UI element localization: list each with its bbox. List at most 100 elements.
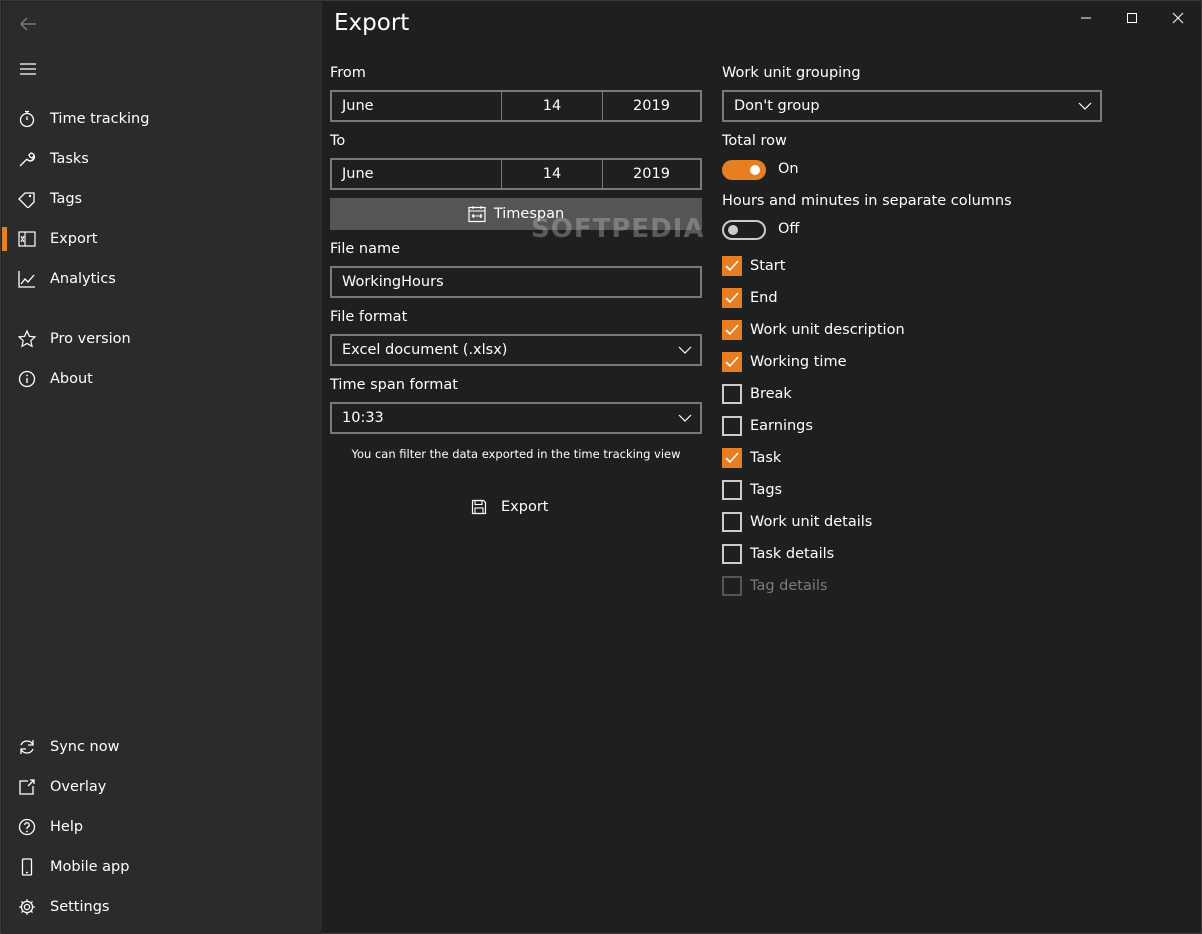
total-row-label: Total row bbox=[722, 133, 787, 149]
excel-icon bbox=[17, 229, 37, 249]
time-span-format-select[interactable]: 10:33 bbox=[330, 402, 702, 434]
sidebar-item-label: Overlay bbox=[50, 779, 107, 795]
sidebar-item-analytics[interactable]: Analytics bbox=[2, 259, 322, 299]
filter-hint: You can filter the data exported in the … bbox=[351, 447, 681, 461]
to-day[interactable]: 14 bbox=[502, 160, 603, 188]
checkbox-box[interactable] bbox=[722, 448, 742, 468]
checkbox-box[interactable] bbox=[722, 256, 742, 276]
from-year[interactable]: 2019 bbox=[603, 92, 700, 120]
checkbox-label: Task details bbox=[750, 546, 835, 562]
sidebar-item-label: Pro version bbox=[50, 331, 131, 347]
checkbox-box[interactable] bbox=[722, 320, 742, 340]
sidebar-item-mobile-app[interactable]: Mobile app bbox=[2, 847, 322, 887]
checkbox-task[interactable]: Task bbox=[722, 446, 781, 470]
stopwatch-icon bbox=[17, 109, 37, 129]
chart-icon bbox=[17, 269, 37, 289]
sidebar-item-label: Time tracking bbox=[50, 111, 150, 127]
separate-columns-state: Off bbox=[778, 221, 800, 237]
checkbox-tags[interactable]: Tags bbox=[722, 478, 782, 502]
file-name-input[interactable]: WorkingHours bbox=[330, 266, 702, 298]
overlay-icon bbox=[17, 777, 37, 797]
separate-columns-toggle[interactable] bbox=[722, 220, 766, 240]
checkbox-label: Start bbox=[750, 258, 786, 274]
app-window: Time tracking Tasks Tags Export Analytic… bbox=[0, 0, 1202, 934]
close-icon bbox=[1172, 12, 1184, 24]
checkbox-box[interactable] bbox=[722, 480, 742, 500]
help-icon bbox=[17, 817, 37, 837]
checkbox-work-unit-description[interactable]: Work unit description bbox=[722, 318, 905, 342]
sidebar-item-tags[interactable]: Tags bbox=[2, 179, 322, 219]
checkbox-start[interactable]: Start bbox=[722, 254, 785, 278]
sidebar-item-label: Sync now bbox=[50, 739, 120, 755]
from-month[interactable]: June bbox=[332, 92, 502, 120]
checkbox-box[interactable] bbox=[722, 512, 742, 532]
toggle-knob bbox=[750, 165, 760, 175]
checkmark-icon bbox=[725, 292, 739, 304]
checkmark-icon bbox=[725, 452, 739, 464]
active-indicator bbox=[2, 227, 7, 251]
sidebar-item-pro-version[interactable]: Pro version bbox=[2, 319, 322, 359]
chevron-down-icon bbox=[678, 346, 692, 354]
sidebar-item-about[interactable]: About bbox=[2, 359, 322, 399]
to-label: To bbox=[330, 133, 346, 149]
checkbox-box[interactable] bbox=[722, 384, 742, 404]
menu-button[interactable] bbox=[16, 57, 40, 81]
checkbox-break[interactable]: Break bbox=[722, 382, 792, 406]
gear-icon bbox=[17, 897, 37, 917]
toggle-knob bbox=[728, 225, 738, 235]
watermark: SOFTPEDIA bbox=[531, 214, 705, 244]
file-format-select[interactable]: Excel document (.xlsx) bbox=[330, 334, 702, 366]
to-date-picker[interactable]: June 14 2019 bbox=[330, 158, 702, 190]
checkbox-box[interactable] bbox=[722, 544, 742, 564]
sidebar-item-time-tracking[interactable]: Time tracking bbox=[2, 99, 322, 139]
minimize-button[interactable] bbox=[1063, 1, 1109, 35]
checkbox-earnings[interactable]: Earnings bbox=[722, 414, 813, 438]
sidebar-item-overlay[interactable]: Overlay bbox=[2, 767, 322, 807]
checkbox-label: End bbox=[750, 290, 778, 306]
tag-icon bbox=[17, 189, 37, 209]
checkbox-label: Task bbox=[750, 450, 782, 466]
checkbox-task-details[interactable]: Task details bbox=[722, 542, 834, 566]
sidebar-item-label: Help bbox=[50, 819, 84, 835]
checkbox-label: Work unit details bbox=[750, 514, 873, 530]
file-name-label: File name bbox=[330, 241, 400, 257]
star-icon bbox=[17, 329, 37, 349]
grouping-label: Work unit grouping bbox=[722, 65, 861, 81]
total-row-toggle[interactable] bbox=[722, 160, 766, 180]
checkbox-box[interactable] bbox=[722, 416, 742, 436]
hamburger-icon bbox=[20, 63, 36, 75]
from-day[interactable]: 14 bbox=[502, 92, 603, 120]
sidebar-item-sync-now[interactable]: Sync now bbox=[2, 727, 322, 767]
phone-icon bbox=[17, 857, 37, 877]
checkbox-end[interactable]: End bbox=[722, 286, 778, 310]
checkbox-working-time[interactable]: Working time bbox=[722, 350, 847, 374]
checkbox-label: Work unit description bbox=[750, 322, 905, 338]
sidebar-item-settings[interactable]: Settings bbox=[2, 887, 322, 927]
checkmark-icon bbox=[725, 260, 739, 272]
calendar-range-icon bbox=[468, 206, 486, 223]
sidebar-item-help[interactable]: Help bbox=[2, 807, 322, 847]
grouping-select[interactable]: Don't group bbox=[722, 90, 1102, 122]
to-month[interactable]: June bbox=[332, 160, 502, 188]
checkbox-tag-details: Tag details bbox=[722, 574, 827, 598]
export-button[interactable]: Export bbox=[471, 493, 548, 521]
maximize-button[interactable] bbox=[1109, 1, 1155, 35]
window-controls bbox=[1063, 1, 1201, 35]
checkmark-icon bbox=[725, 324, 739, 336]
wrench-icon bbox=[17, 149, 37, 169]
to-year[interactable]: 2019 bbox=[603, 160, 700, 188]
sidebar-item-label: Settings bbox=[50, 899, 110, 915]
sidebar-item-export[interactable]: Export bbox=[2, 219, 322, 259]
minimize-icon bbox=[1081, 17, 1091, 19]
checkbox-box[interactable] bbox=[722, 352, 742, 372]
close-button[interactable] bbox=[1155, 1, 1201, 35]
back-arrow-icon bbox=[19, 17, 36, 31]
back-button[interactable] bbox=[16, 12, 40, 36]
checkbox-box[interactable] bbox=[722, 288, 742, 308]
sidebar-item-tasks[interactable]: Tasks bbox=[2, 139, 322, 179]
save-icon bbox=[471, 499, 487, 515]
sidebar-item-label: Export bbox=[50, 231, 98, 247]
from-date-picker[interactable]: June 14 2019 bbox=[330, 90, 702, 122]
chevron-down-icon bbox=[1078, 102, 1092, 110]
checkbox-work-unit-details[interactable]: Work unit details bbox=[722, 510, 872, 534]
